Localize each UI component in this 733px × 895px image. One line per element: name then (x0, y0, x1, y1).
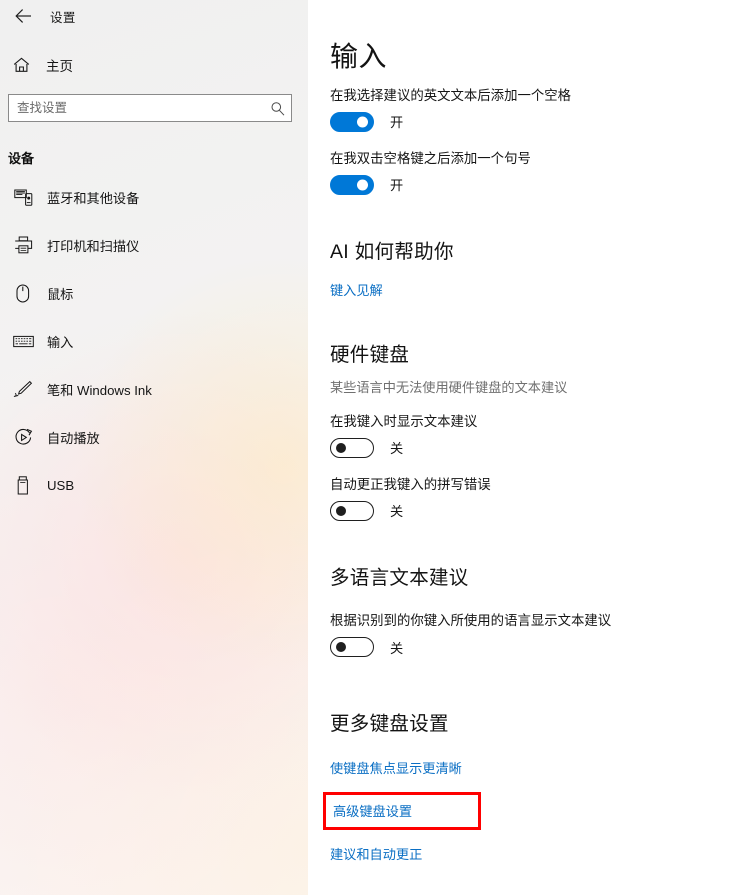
sidebar-item-pen-windows-ink[interactable]: 笔和 Windows Ink (0, 365, 308, 413)
search-icon[interactable] (267, 101, 287, 116)
section-title-ai: AI 如何帮助你 (330, 240, 454, 263)
setting-row: 自动更正我键入的拼写错误 关 (330, 476, 713, 521)
title-bar: 设置 (0, 0, 308, 32)
search-box[interactable] (8, 94, 292, 122)
sidebar-item-label: 鼠标 (47, 286, 74, 302)
link-advanced-keyboard-settings[interactable]: 高级键盘设置 (333, 801, 412, 820)
link-suggestions-and-autocorrect[interactable]: 建议和自动更正 (330, 844, 422, 863)
sidebar-home-label: 主页 (46, 59, 73, 74)
toggle-state-label: 开 (390, 178, 404, 194)
sidebar-item-label: USB (47, 477, 75, 493)
setting-row: 在我键入时显示文本建议 关 (330, 413, 713, 458)
setting-label: 在我双击空格键之后添加一个句号 (330, 150, 531, 166)
toggle-state-label: 开 (390, 115, 404, 131)
pen-icon (10, 380, 36, 398)
toggle-add-space-after-suggestion[interactable] (330, 111, 374, 132)
section-title-multilingual: 多语言文本建议 (330, 566, 469, 589)
link-make-keyboard-focus-more-visible[interactable]: 使键盘焦点显示更清晰 (330, 758, 462, 777)
main-content: 输入 在我选择建议的英文文本后添加一个空格 开 在我双击空格键之后添加一个句号 … (308, 0, 733, 895)
sidebar-item-mouse[interactable]: 鼠标 (0, 269, 308, 317)
sidebar-item-printers[interactable]: 打印机和扫描仪 (0, 221, 308, 269)
sidebar-item-usb[interactable]: USB (0, 461, 308, 509)
toggle-row: 开 (330, 111, 713, 132)
usb-icon (10, 475, 36, 495)
window-title: 设置 (50, 10, 76, 25)
sidebar-item-label: 输入 (47, 334, 74, 350)
highlight-red-box: 高级键盘设置 (323, 792, 482, 831)
toggle-state-label: 关 (390, 640, 404, 656)
keyboard-icon (10, 335, 36, 348)
sidebar-item-label: 自动播放 (47, 430, 100, 446)
link-row: 使键盘焦点显示更清晰 (330, 758, 713, 778)
toggle-autocorrect-misspelled-words[interactable] (330, 500, 374, 521)
sidebar-nav-list: 蓝牙和其他设备 打印机和扫描仪 鼠标 输入 笔和 Windows Ink 自动播… (0, 173, 308, 509)
setting-label: 在我选择建议的英文文本后添加一个空格 (330, 87, 572, 103)
setting-row: 根据识别到的你键入所使用的语言显示文本建议 关 (330, 612, 713, 658)
sidebar-item-autoplay[interactable]: 自动播放 (0, 413, 308, 461)
section-title-hardware-keyboard: 硬件键盘 (330, 343, 410, 366)
sidebar-item-label: 打印机和扫描仪 (47, 238, 140, 254)
search-input[interactable] (17, 95, 267, 121)
toggle-state-label: 关 (390, 504, 404, 520)
back-arrow-icon[interactable] (8, 3, 38, 29)
toggle-row: 关 (330, 500, 713, 521)
setting-label: 根据识别到的你键入所使用的语言显示文本建议 (330, 612, 612, 628)
sidebar-item-bluetooth[interactable]: 蓝牙和其他设备 (0, 173, 308, 221)
autoplay-icon (10, 428, 36, 447)
link-typing-insights[interactable]: 键入见解 (330, 280, 383, 299)
home-icon (13, 57, 35, 73)
page-title: 输入 (330, 41, 388, 72)
sidebar-item-label: 笔和 Windows Ink (47, 382, 152, 398)
toggle-add-period-after-double-space[interactable] (330, 174, 374, 195)
sidebar-item-typing[interactable]: 输入 (0, 317, 308, 365)
setting-row: 在我选择建议的英文文本后添加一个空格 开 (330, 87, 713, 132)
printer-icon (10, 236, 36, 254)
toggle-multilingual-text-suggestions[interactable] (330, 637, 374, 658)
sidebar-item-home[interactable]: 主页 (0, 50, 308, 80)
sidebar-section-title: 设备 (8, 151, 35, 166)
section-description: 某些语言中无法使用硬件键盘的文本建议 (330, 379, 568, 395)
link-list: 使键盘焦点显示更清晰 高级键盘设置 建议和自动更正 (323, 758, 713, 864)
sidebar-item-label: 蓝牙和其他设备 (47, 190, 140, 206)
toggle-row: 开 (330, 174, 713, 195)
link-row: 建议和自动更正 (330, 844, 713, 864)
setting-label: 在我键入时显示文本建议 (330, 413, 478, 429)
mouse-icon (10, 283, 36, 303)
bluetooth-devices-icon (10, 189, 36, 206)
section-title-more-keyboard-settings: 更多键盘设置 (330, 713, 449, 736)
toggle-row: 关 (330, 437, 713, 458)
toggle-state-label: 关 (390, 441, 404, 457)
setting-label: 自动更正我键入的拼写错误 (330, 476, 491, 492)
settings-window: 设置 主页 设备 (0, 0, 733, 895)
sidebar: 设置 主页 设备 (0, 0, 308, 895)
setting-row: 在我双击空格键之后添加一个句号 开 (330, 150, 713, 195)
toggle-row: 关 (330, 637, 713, 658)
toggle-show-text-suggestions-when-typing[interactable] (330, 437, 374, 458)
